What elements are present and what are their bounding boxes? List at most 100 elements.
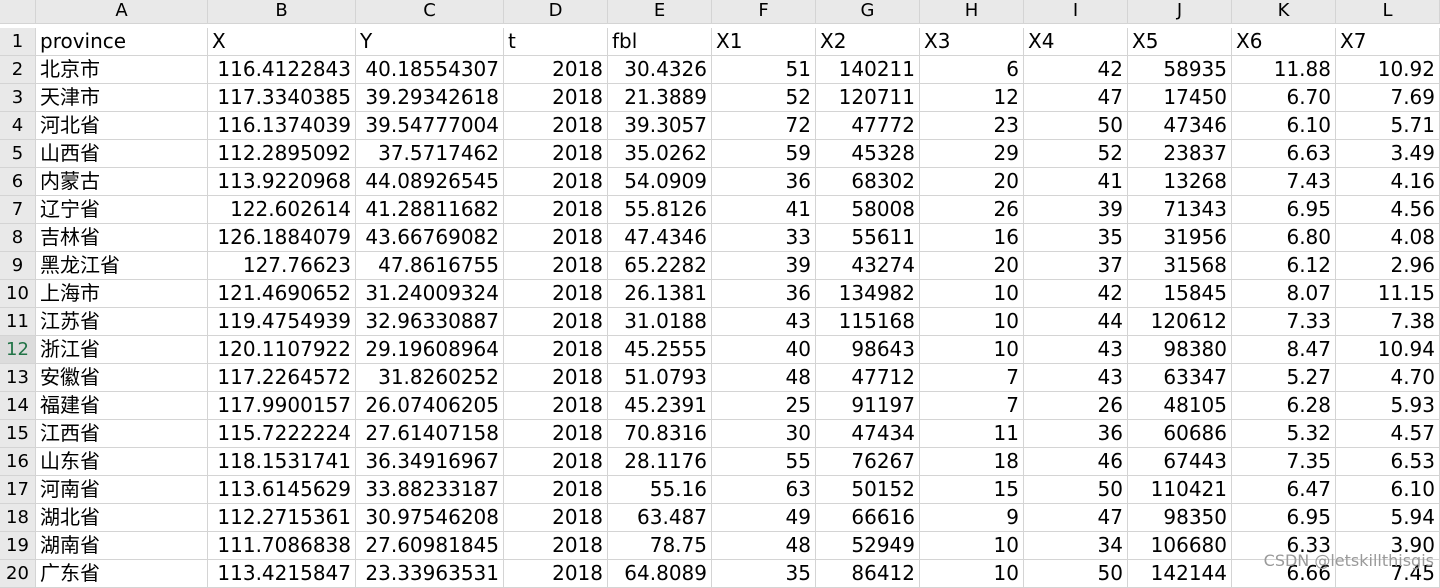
cell-c20[interactable]: 23.33963531 — [356, 560, 504, 588]
cell-d18[interactable]: 2018 — [504, 504, 608, 532]
cell-b8[interactable]: 126.1884079 — [208, 224, 356, 252]
cell-b20[interactable]: 113.4215847 — [208, 560, 356, 588]
cell-k7[interactable]: 6.95 — [1232, 196, 1336, 224]
cell-f12[interactable]: 40 — [712, 336, 816, 364]
cell-g5[interactable]: 45328 — [816, 140, 920, 168]
cell-c12[interactable]: 29.19608964 — [356, 336, 504, 364]
cell-d2[interactable]: 2018 — [504, 56, 608, 84]
column-header-c[interactable]: C — [356, 0, 504, 24]
cell-h9[interactable]: 20 — [920, 252, 1024, 280]
cell-e1[interactable]: fbl — [608, 28, 712, 56]
cell-h18[interactable]: 9 — [920, 504, 1024, 532]
cell-j16[interactable]: 67443 — [1128, 448, 1232, 476]
cell-b17[interactable]: 113.6145629 — [208, 476, 356, 504]
cell-d5[interactable]: 2018 — [504, 140, 608, 168]
cell-e20[interactable]: 64.8089 — [608, 560, 712, 588]
cell-g6[interactable]: 68302 — [816, 168, 920, 196]
cell-j6[interactable]: 13268 — [1128, 168, 1232, 196]
cell-i1[interactable]: X4 — [1024, 28, 1128, 56]
cell-k9[interactable]: 6.12 — [1232, 252, 1336, 280]
cell-i13[interactable]: 43 — [1024, 364, 1128, 392]
cell-a20[interactable]: 广东省 — [36, 560, 208, 588]
cell-c7[interactable]: 41.28811682 — [356, 196, 504, 224]
cell-h7[interactable]: 26 — [920, 196, 1024, 224]
cell-h15[interactable]: 11 — [920, 420, 1024, 448]
cell-g1[interactable]: X2 — [816, 28, 920, 56]
cell-d6[interactable]: 2018 — [504, 168, 608, 196]
cell-k4[interactable]: 6.10 — [1232, 112, 1336, 140]
cell-l1[interactable]: X7 — [1336, 28, 1440, 56]
cell-h20[interactable]: 10 — [920, 560, 1024, 588]
cell-j11[interactable]: 120612 — [1128, 308, 1232, 336]
cell-l3[interactable]: 7.69 — [1336, 84, 1440, 112]
cell-g18[interactable]: 66616 — [816, 504, 920, 532]
cell-a10[interactable]: 上海市 — [36, 280, 208, 308]
row-header-16[interactable]: 16 — [0, 448, 36, 476]
cell-e13[interactable]: 51.0793 — [608, 364, 712, 392]
cell-f4[interactable]: 72 — [712, 112, 816, 140]
column-header-i[interactable]: I — [1024, 0, 1128, 24]
cell-j4[interactable]: 47346 — [1128, 112, 1232, 140]
cell-h2[interactable]: 6 — [920, 56, 1024, 84]
row-header-6[interactable]: 6 — [0, 168, 36, 196]
cell-c15[interactable]: 27.61407158 — [356, 420, 504, 448]
cell-f2[interactable]: 51 — [712, 56, 816, 84]
cell-g9[interactable]: 43274 — [816, 252, 920, 280]
cell-f13[interactable]: 48 — [712, 364, 816, 392]
cell-c17[interactable]: 33.88233187 — [356, 476, 504, 504]
cell-h16[interactable]: 18 — [920, 448, 1024, 476]
cell-k3[interactable]: 6.70 — [1232, 84, 1336, 112]
cell-l8[interactable]: 4.08 — [1336, 224, 1440, 252]
cell-h17[interactable]: 15 — [920, 476, 1024, 504]
cell-h10[interactable]: 10 — [920, 280, 1024, 308]
cell-e4[interactable]: 39.3057 — [608, 112, 712, 140]
cell-i8[interactable]: 35 — [1024, 224, 1128, 252]
cell-b13[interactable]: 117.2264572 — [208, 364, 356, 392]
row-header-4[interactable]: 4 — [0, 112, 36, 140]
cell-f7[interactable]: 41 — [712, 196, 816, 224]
cell-e5[interactable]: 35.0262 — [608, 140, 712, 168]
cell-g7[interactable]: 58008 — [816, 196, 920, 224]
cell-g20[interactable]: 86412 — [816, 560, 920, 588]
cell-g19[interactable]: 52949 — [816, 532, 920, 560]
cell-a2[interactable]: 北京市 — [36, 56, 208, 84]
cell-d7[interactable]: 2018 — [504, 196, 608, 224]
cell-i6[interactable]: 41 — [1024, 168, 1128, 196]
cell-i19[interactable]: 34 — [1024, 532, 1128, 560]
cell-c4[interactable]: 39.54777004 — [356, 112, 504, 140]
cell-f20[interactable]: 35 — [712, 560, 816, 588]
cell-h19[interactable]: 10 — [920, 532, 1024, 560]
cell-c8[interactable]: 43.66769082 — [356, 224, 504, 252]
cell-e18[interactable]: 63.487 — [608, 504, 712, 532]
cell-e3[interactable]: 21.3889 — [608, 84, 712, 112]
column-header-a[interactable]: A — [36, 0, 208, 24]
cell-k18[interactable]: 6.95 — [1232, 504, 1336, 532]
cell-d9[interactable]: 2018 — [504, 252, 608, 280]
cell-i2[interactable]: 42 — [1024, 56, 1128, 84]
column-header-k[interactable]: K — [1232, 0, 1336, 24]
cell-g16[interactable]: 76267 — [816, 448, 920, 476]
cell-d4[interactable]: 2018 — [504, 112, 608, 140]
cell-g8[interactable]: 55611 — [816, 224, 920, 252]
cell-j10[interactable]: 15845 — [1128, 280, 1232, 308]
cell-b11[interactable]: 119.4754939 — [208, 308, 356, 336]
cell-e12[interactable]: 45.2555 — [608, 336, 712, 364]
column-header-l[interactable]: L — [1336, 0, 1440, 24]
row-header-3[interactable]: 3 — [0, 84, 36, 112]
cell-e8[interactable]: 47.4346 — [608, 224, 712, 252]
cell-c1[interactable]: Y — [356, 28, 504, 56]
cell-j17[interactable]: 110421 — [1128, 476, 1232, 504]
cell-e19[interactable]: 78.75 — [608, 532, 712, 560]
column-header-e[interactable]: E — [608, 0, 712, 24]
cell-h6[interactable]: 20 — [920, 168, 1024, 196]
cell-g14[interactable]: 91197 — [816, 392, 920, 420]
cell-a14[interactable]: 福建省 — [36, 392, 208, 420]
cell-k2[interactable]: 11.88 — [1232, 56, 1336, 84]
row-header-9[interactable]: 9 — [0, 252, 36, 280]
cell-j18[interactable]: 98350 — [1128, 504, 1232, 532]
cell-d15[interactable]: 2018 — [504, 420, 608, 448]
cell-i17[interactable]: 50 — [1024, 476, 1128, 504]
cell-f11[interactable]: 43 — [712, 308, 816, 336]
cell-c6[interactable]: 44.08926545 — [356, 168, 504, 196]
cell-k17[interactable]: 6.47 — [1232, 476, 1336, 504]
